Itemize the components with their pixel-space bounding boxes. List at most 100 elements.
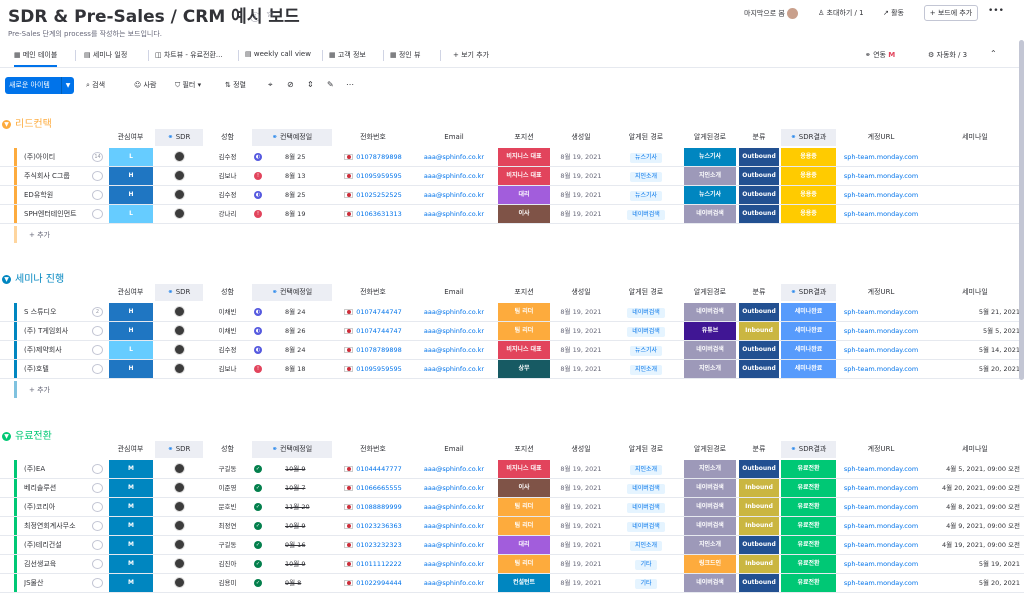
position-status[interactable]: 팀 리더 [498,498,550,516]
known-route-status[interactable]: 네이버검색 [684,303,736,321]
column-header-position[interactable]: 포지션 [497,284,551,301]
sdr-person[interactable] [155,341,203,359]
email-link[interactable]: aaa@sphinfo.co.kr [414,517,494,535]
created-date[interactable]: 8월 19, 2021 [553,303,609,321]
new-item-button[interactable]: 새로운 아이템 ▼ [5,77,74,94]
interest-status[interactable]: L [109,205,153,223]
interest-status[interactable]: M [109,479,153,497]
account-url-link[interactable]: sph-team.monday.com [838,517,924,535]
interest-status[interactable]: M [109,574,153,592]
item-name[interactable]: (주)제약회사 [24,341,88,359]
contact-date[interactable]: ✓ 11월 20 [252,498,332,516]
column-header-contact[interactable]: ⚭ 컨택예정일 [252,284,332,301]
email-link[interactable]: aaa@sphinfo.co.kr [414,341,494,359]
seminar-date[interactable]: 4월 9, 2021, 09:00 오전 [926,517,1024,535]
chat-bubble-icon[interactable] [92,209,103,219]
known-route-status[interactable]: 네이버검색 [684,479,736,497]
phone-cell[interactable]: 01078789898 [334,341,412,359]
owner-name[interactable]: 김수정 [205,341,250,359]
known-route[interactable]: 지인소개 [611,536,681,554]
chat-bubble-icon[interactable] [92,190,103,200]
position-status[interactable]: 팀 리더 [498,517,550,535]
contact-date[interactable]: ◐ 8월 25 [252,148,332,166]
account-url-link[interactable]: sph-team.monday.com [838,322,924,340]
column-header-contact[interactable]: ⚭ 컨택예정일 [252,441,332,458]
position-status[interactable]: 팀 리더 [498,303,550,321]
chat-bubble-icon[interactable] [92,521,103,531]
column-header-category[interactable]: 분류 [739,441,779,458]
chat-bubble-icon[interactable]: 2 [92,307,103,317]
sdr-person[interactable] [155,479,203,497]
item-name[interactable]: SPH엔터테인먼트 [24,205,88,223]
sdr-person[interactable] [155,517,203,535]
column-header-birthday[interactable]: 생성일 [553,129,609,146]
pin-icon[interactable]: ⌖ [268,80,273,90]
table-row[interactable]: (주)코리아 M 문호빈 ✓ 11월 20 01088889999 aaa@sphinfo.… [0,498,1024,517]
position-status[interactable]: 상무 [498,360,550,378]
scrollbar[interactable] [1019,40,1024,380]
chat-bubble-icon[interactable] [92,364,103,374]
column-header-contact[interactable]: ⚭ 컨택예정일 [252,129,332,146]
column-header-account[interactable]: 계정URL [838,441,924,458]
column-header-known[interactable]: 알게된 경로 [611,129,681,146]
table-row[interactable]: 베리솔루션 M 이준영 ✓ 10월 7 01066665555 aaa@sphinfo.co… [0,479,1024,498]
interest-status[interactable]: H [109,186,153,204]
interest-status[interactable]: M [109,498,153,516]
category-status[interactable]: Outbound [739,460,779,478]
created-date[interactable]: 8월 19, 2021 [553,186,609,204]
column-header-birthday[interactable]: 생성일 [553,284,609,301]
integrate-button[interactable]: ⚭ 연동 M [865,50,895,60]
email-link[interactable]: aaa@sphinfo.co.kr [414,186,494,204]
phone-cell[interactable]: 01011112222 [334,555,412,573]
sdr-result-status[interactable]: 유료전환 [781,498,836,516]
column-header-known[interactable]: 알게된 경로 [611,284,681,301]
category-status[interactable]: Outbound [739,148,779,166]
interest-status[interactable]: H [109,360,153,378]
column-header-position[interactable]: 포지션 [497,441,551,458]
category-status[interactable]: Outbound [739,186,779,204]
contact-date[interactable]: ! 8월 13 [252,167,332,185]
column-header-interest[interactable]: 관심여부 [108,129,153,146]
sdr-person[interactable] [155,186,203,204]
owner-name[interactable]: 김보나 [205,167,250,185]
category-status[interactable]: Outbound [739,574,779,592]
interest-status[interactable]: M [109,555,153,573]
phone-cell[interactable]: 01022994444 [334,574,412,592]
table-row[interactable]: ED유학원 H 김수정 ◐ 8월 25 01025252525 aaa@sphinfo.co… [0,186,1024,205]
sdr-result-status[interactable]: 응용중 [781,205,836,223]
known-route-status[interactable]: 지인소개 [684,460,736,478]
column-header-sdr[interactable]: ⚭ SDR [155,284,203,301]
position-status[interactable]: 대리 [498,186,550,204]
hide-icon[interactable]: ⊘ [287,80,294,89]
add-item-row[interactable]: + 추가 [0,226,1024,243]
account-url-link[interactable]: sph-team.monday.com [838,167,924,185]
account-url-link[interactable]: sph-team.monday.com [838,498,924,516]
add-view-button[interactable]: + 보기 추가 [453,50,489,60]
position-status[interactable]: 비지니스 대표 [498,341,550,359]
known-route-status[interactable]: 네이버검색 [684,205,736,223]
row-height-icon[interactable]: ⇕ [307,80,314,89]
more-icon[interactable]: ⋯ [346,80,354,89]
table-row[interactable]: JS물산 M 김용미 ✓ 9월 8 01022994444 aaa@sphinfo.co.k… [0,574,1024,593]
known-route-status[interactable]: 지인소개 [684,536,736,554]
table-row[interactable]: (주)테리건설 M 구길동 ✓ 9월 16 01023232323 aaa@sphinfo.… [0,536,1024,555]
sdr-result-status[interactable]: 유료전환 [781,574,836,592]
created-date[interactable]: 8월 19, 2021 [553,460,609,478]
more-menu-button[interactable]: ••• [988,6,1004,16]
phone-cell[interactable]: 01023236363 [334,517,412,535]
phone-cell[interactable]: 01023232323 [334,536,412,554]
table-row[interactable]: (주) T게임회사 H 이채빈 ◐ 8월 26 01074744747 aaa@sphinf… [0,322,1024,341]
item-name[interactable]: (주) T게임회사 [24,322,88,340]
info-icon[interactable]: ⓘ [250,9,260,24]
phone-cell[interactable]: 01044447777 [334,460,412,478]
category-status[interactable]: Outbound [739,536,779,554]
contact-date[interactable]: ! 8월 18 [252,360,332,378]
known-route-status[interactable]: 뉴스기사 [684,186,736,204]
known-route[interactable]: 지인소개 [611,360,681,378]
chevron-down-icon[interactable]: ▼ [2,274,11,284]
email-link[interactable]: aaa@sphinfo.co.kr [414,555,494,573]
known-route[interactable]: 네이버검색 [611,303,681,321]
created-date[interactable]: 8월 19, 2021 [553,517,609,535]
sdr-person[interactable] [155,148,203,166]
sdr-person[interactable] [155,460,203,478]
